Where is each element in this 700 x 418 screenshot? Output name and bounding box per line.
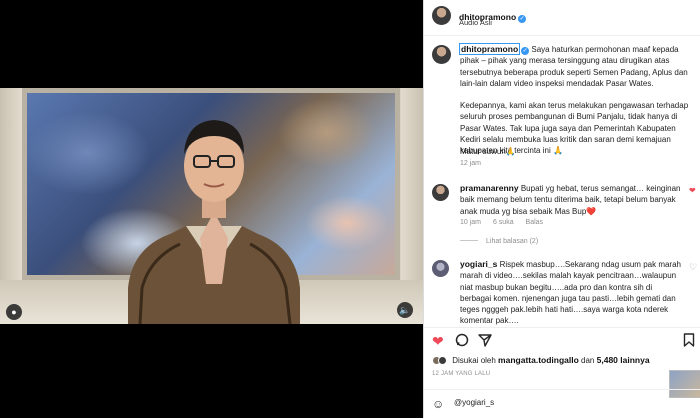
smiley-icon[interactable]: ☺	[432, 397, 444, 411]
divider	[460, 240, 478, 241]
speaker-icon[interactable]: 🔈	[397, 302, 413, 318]
comment-input[interactable]	[454, 398, 654, 407]
comment-time[interactable]: 10 jam	[460, 219, 481, 226]
post-media[interactable]: ● 🔈	[0, 0, 423, 418]
caption-text-3: Matur suwun🙏	[460, 147, 516, 156]
verified-badge-icon: ✓	[518, 15, 527, 23]
comment-bubble-icon[interactable]	[455, 333, 469, 350]
caption-username[interactable]: dhitopramono	[458, 43, 521, 55]
speaker-person	[128, 120, 300, 324]
action-bar: ❤	[424, 327, 700, 355]
likes-summary[interactable]: Disukai oleh mangatta.todingallo dan 5,4…	[432, 355, 650, 365]
likes-prefix: Disukai oleh	[452, 356, 496, 365]
post-header: dhitopramono ✓ Audio Asli	[424, 0, 700, 36]
paper-plane-icon[interactable]	[478, 333, 492, 350]
video-frame[interactable]	[0, 88, 423, 324]
view-replies-button[interactable]: Lihat balasan (2)	[460, 238, 538, 245]
comment-avatar[interactable]	[432, 184, 449, 201]
bookmark-icon[interactable]	[683, 333, 695, 350]
comment-box: ☺	[424, 389, 700, 418]
avatar[interactable]	[432, 6, 451, 25]
heart-icon[interactable]: ❤	[689, 186, 696, 195]
post-timestamp[interactable]: 12 JAM YANG LALU	[432, 371, 490, 377]
comment-likes[interactable]: 6 suka	[493, 219, 514, 226]
heart-icon[interactable]: ❤	[432, 333, 444, 350]
audio-label[interactable]: Audio Asli	[459, 18, 492, 27]
view-replies-label[interactable]: Lihat balasan (2)	[486, 238, 538, 245]
caption-avatar[interactable]	[432, 45, 451, 64]
verified-badge-icon: ✓	[521, 47, 530, 55]
comment-meta: 10 jam 6 suka Balas	[460, 219, 553, 226]
likes-conj: dan	[581, 356, 595, 365]
comment-username[interactable]: pramanarenny	[460, 183, 519, 193]
likes-count[interactable]: 5,480 lainnya	[597, 355, 650, 365]
comment: pramanarenny Bupati yg hebat, terus sema…	[460, 183, 682, 217]
comment-text: Rispek masbup….Sekarang ndag usum pak ma…	[460, 260, 681, 326]
caption-timestamp[interactable]: 12 jam	[460, 160, 481, 167]
comment-avatar[interactable]	[432, 260, 449, 277]
post-panel: dhitopramono ✓ Audio Asli dhitopramono ✓ S…	[423, 0, 700, 418]
comment-username[interactable]: yogiari_s	[460, 259, 497, 269]
user-tag-icon[interactable]: ●	[6, 304, 22, 320]
reply-button[interactable]: Balas	[526, 219, 544, 226]
likes-user[interactable]: mangatta.todingallo	[498, 355, 579, 365]
comment: yogiari_s Rispek masbup….Sekarang ndag u…	[460, 259, 682, 327]
avatar	[438, 356, 447, 365]
heart-outline-icon[interactable]: ♡	[689, 262, 697, 273]
